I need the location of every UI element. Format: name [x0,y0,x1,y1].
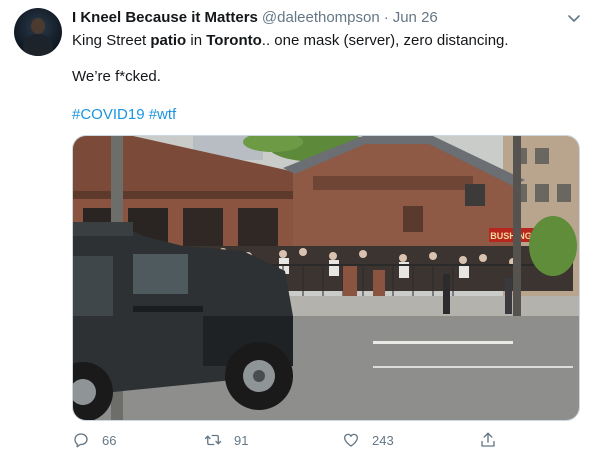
share-icon [481,432,495,447]
retweet-button[interactable]: 91 [204,428,248,452]
action-bar: 66 91 243 [72,428,577,452]
tweet-line-1: King Street patio in Toronto.. one mask … [72,32,509,49]
tweet-text: King Street patio in Toronto.. one mask … [72,31,577,125]
avatar[interactable] [14,8,62,56]
tweet-date[interactable]: Jun 26 [393,9,438,26]
street-scene-image: BUSHINGS [73,136,579,420]
caret-down-icon[interactable] [566,10,582,26]
separator: · [383,9,389,26]
share-button[interactable] [479,428,509,452]
tweet-line-2: We’re f*cked. [72,68,161,85]
hashtag-covid19[interactable]: #COVID19 [72,106,145,123]
retweet-count: 91 [234,432,249,448]
like-icon [343,433,359,447]
hashtag-wtf[interactable]: #wtf [149,106,177,123]
hashtags: #COVID19 #wtf [72,105,577,125]
tweet[interactable]: I Kneel Because it Matters @daleethompso… [0,0,591,458]
tweet-header: I Kneel Because it Matters @daleethompso… [72,9,438,29]
author-handle[interactable]: @daleethompson [262,9,380,26]
tweet-photo[interactable]: BUSHINGS [72,135,580,421]
reply-button[interactable]: 66 [72,428,116,452]
reply-count: 66 [102,432,117,448]
like-count: 243 [372,432,394,448]
like-button[interactable]: 243 [342,428,394,452]
author-name[interactable]: I Kneel Because it Matters [72,9,258,26]
retweet-icon [204,434,222,446]
reply-icon [74,433,88,448]
